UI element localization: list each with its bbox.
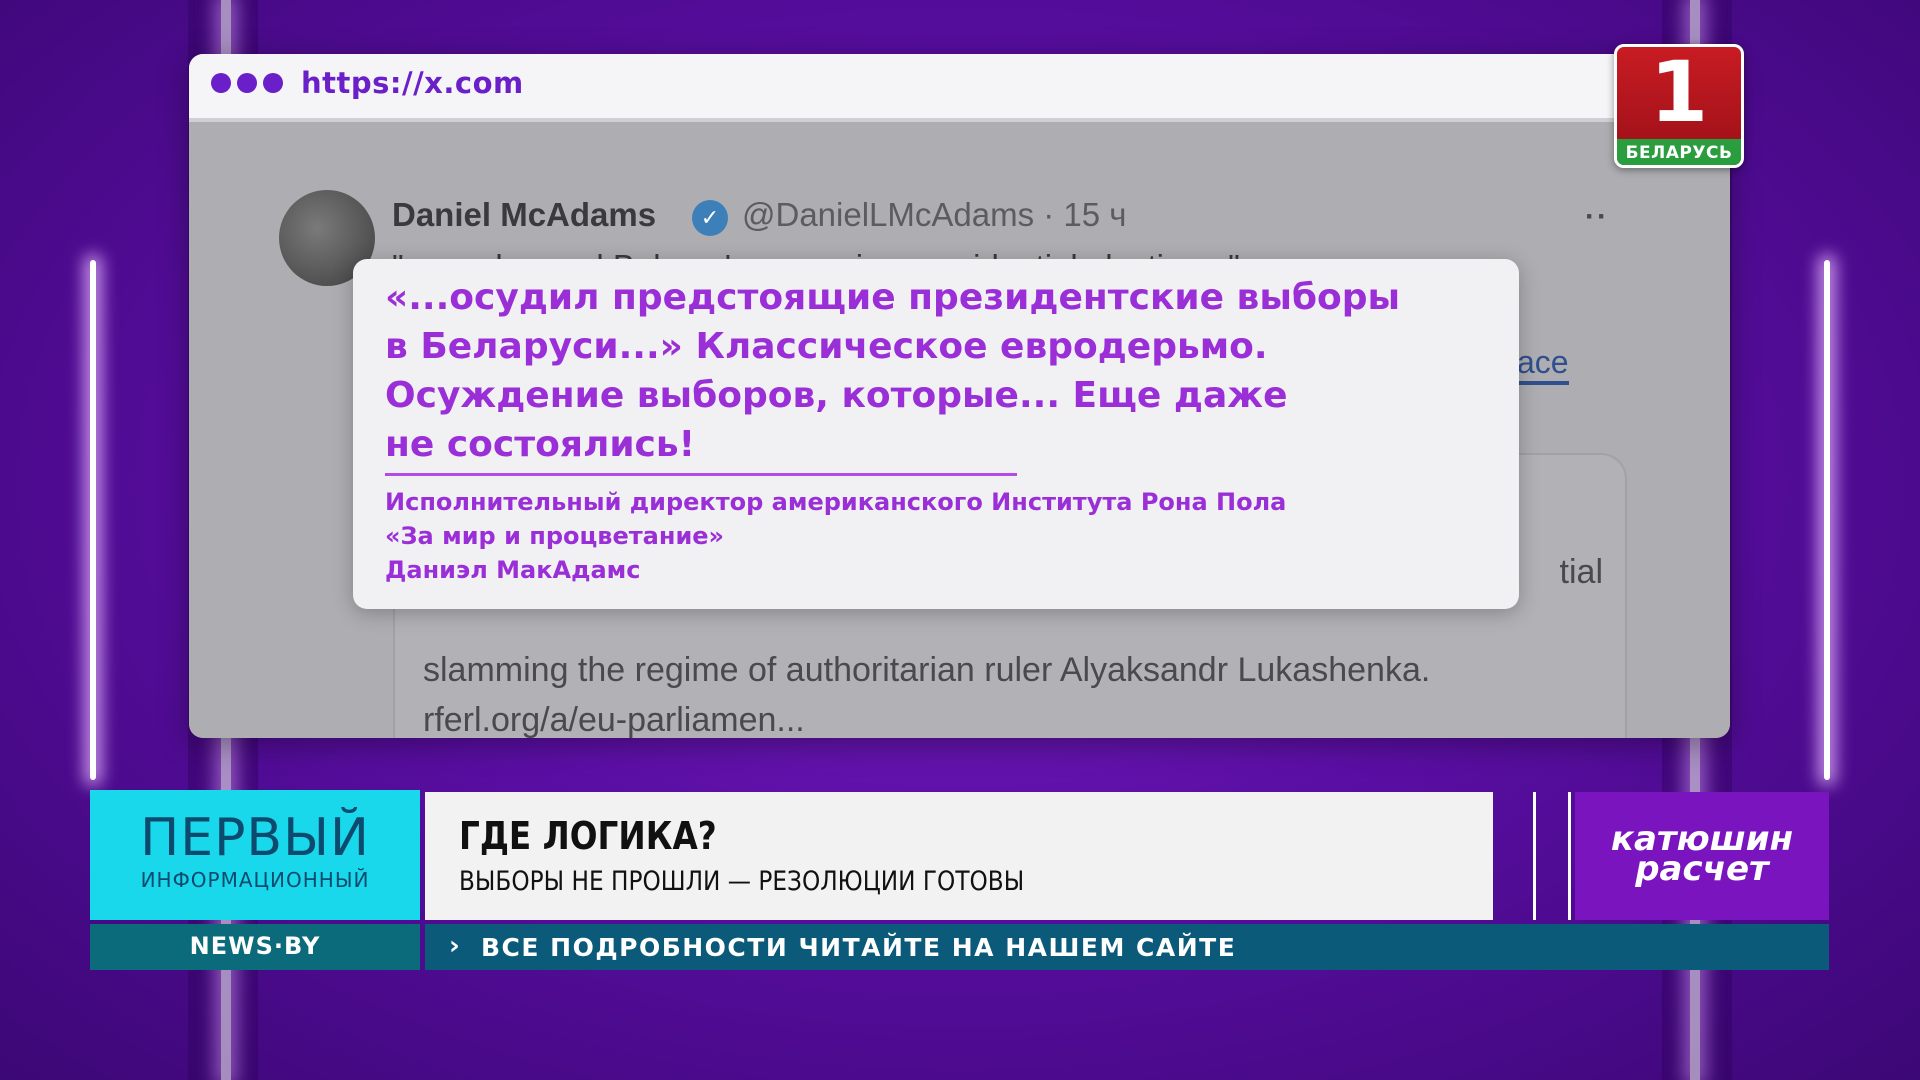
quote-text: «...осудил предстоящие президентские выб…: [385, 273, 1495, 469]
url-text[interactable]: https://x.com: [301, 66, 524, 100]
quote-line: не состоялись!: [385, 424, 696, 465]
ticker-text: ВСЕ ПОДРОБНОСТИ ЧИТАЙТЕ НА НАШЕМ САЙТЕ: [481, 933, 1237, 962]
window-dot-icon: [211, 73, 231, 93]
headline: ГДЕ ЛОГИКА?: [459, 814, 717, 858]
headline-box: ГДЕ ЛОГИКА? ВЫБОРЫ НЕ ПРОШЛИ — РЕЗОЛЮЦИИ…: [425, 792, 1493, 920]
window-dots: [211, 73, 283, 93]
site-label: NEWS·BY: [189, 932, 321, 960]
site-label-box: NEWS·BY: [90, 924, 420, 970]
subheadline: ВЫБОРЫ НЕ ПРОШЛИ — РЕЗОЛЮЦИИ ГОТОВЫ: [459, 866, 1025, 897]
quote-attribution: Исполнительный директор американского Ин…: [385, 485, 1286, 587]
attribution-line: Исполнительный директор американского Ин…: [385, 488, 1287, 516]
window-dot-icon: [237, 73, 257, 93]
attribution-line: Даниэл МакАдамс: [385, 556, 641, 584]
address-bar: https://x.com: [189, 54, 1730, 122]
tweet-link[interactable]: ace: [1517, 344, 1569, 385]
window-dot-icon: [263, 73, 283, 93]
brand-subtitle: ИНФОРМАЦИОННЫЙ: [140, 868, 370, 892]
card-text-fragment: tial: [1559, 553, 1603, 591]
chevron-right-icon: ›: [449, 931, 460, 961]
brand-title: ПЕРВЫЙ: [140, 808, 370, 868]
divider: [1568, 792, 1571, 920]
quote-line: в Беларуси...» Классическое евродерьмо.: [385, 326, 1268, 367]
verified-badge-icon: ✓: [692, 200, 728, 236]
background-neon-bar: [1824, 260, 1830, 780]
quote-divider: [385, 473, 1017, 476]
background-neon-bar: [90, 260, 96, 780]
card-url: rferl.org/a/eu-parliamen...: [423, 701, 805, 738]
channel-logo-name: БЕЛАРУСЬ: [1625, 143, 1733, 163]
ticker: › ВСЕ ПОДРОБНОСТИ ЧИТАЙТЕ НА НАШЕМ САЙТЕ: [425, 924, 1829, 970]
tweet-author-name[interactable]: Daniel McAdams: [392, 196, 656, 234]
channel-logo: 1 БЕЛАРУСЬ: [1614, 44, 1744, 168]
quote-overlay: «...осудил предстоящие президентские выб…: [353, 259, 1519, 609]
more-options-icon[interactable]: ··: [1585, 200, 1609, 234]
channel-logo-number: 1: [1649, 44, 1709, 141]
card-description: slamming the regime of authoritarian rul…: [423, 651, 1431, 689]
quote-line: «...осудил предстоящие президентские выб…: [385, 277, 1401, 318]
attribution-line: «За мир и процветание»: [385, 522, 725, 550]
show-logo-line: расчет: [1635, 849, 1769, 889]
quote-line: Осуждение выборов, которые... Еще даже: [385, 375, 1288, 416]
divider: [1533, 792, 1536, 920]
tweet-handle-time: @DanielLMcAdams · 15 ч: [742, 196, 1127, 233]
show-logo: катюшин расчет: [1575, 792, 1829, 920]
brand-box: ПЕРВЫЙ ИНФОРМАЦИОННЫЙ: [90, 790, 420, 920]
